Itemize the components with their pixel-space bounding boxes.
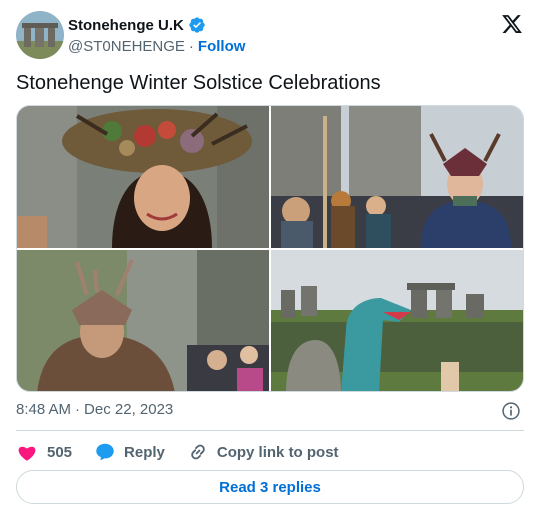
- post-timestamp[interactable]: 8:48 AM · Dec 22, 2023: [16, 401, 173, 418]
- heart-icon: [18, 446, 36, 461]
- link-icon: [191, 444, 205, 460]
- follow-button[interactable]: Follow: [198, 38, 246, 55]
- timestamp-separator: ·: [75, 401, 81, 418]
- read-replies-label: Read 3 replies: [219, 478, 321, 496]
- fur-costume-man-image: [17, 250, 269, 391]
- read-replies-button[interactable]: Read 3 replies: [16, 470, 524, 504]
- author-avatar[interactable]: [16, 11, 64, 59]
- photo-1[interactable]: [17, 106, 269, 248]
- stonehenge-avatar-image: [16, 11, 64, 59]
- photo-2[interactable]: [271, 106, 523, 248]
- copy-link-button[interactable]: Copy link to post: [187, 441, 339, 463]
- solstice-headdress-woman-image: [17, 106, 269, 248]
- like-count: 505: [47, 443, 73, 461]
- x-logo-icon[interactable]: [501, 13, 523, 35]
- like-button[interactable]: 505: [16, 441, 72, 463]
- author-display-name[interactable]: Stonehenge U.K: [68, 17, 184, 34]
- post-time: 8:48 AM: [16, 401, 72, 418]
- reply-button[interactable]: Reply: [94, 441, 165, 463]
- post-text: Stonehenge Winter Solstice Celebrations: [16, 72, 381, 94]
- handle-separator: ·: [188, 37, 194, 55]
- divider: [16, 430, 524, 431]
- post-date: Dec 22, 2023: [84, 401, 174, 418]
- antlered-man-crowd-image: [271, 106, 523, 248]
- info-icon[interactable]: [501, 401, 521, 421]
- verified-badge-icon: [189, 17, 205, 33]
- author-name-row: Stonehenge U.K: [68, 15, 206, 35]
- copy-link-label: Copy link to post: [216, 443, 339, 461]
- speech-bubble-icon: [96, 443, 114, 461]
- photo-4[interactable]: [271, 250, 523, 391]
- reply-label: Reply: [124, 443, 165, 461]
- media-grid: [16, 105, 524, 392]
- author-handle[interactable]: @ST0NEHENGE: [68, 38, 185, 55]
- photo-3[interactable]: [17, 250, 269, 391]
- post-actions: 505 Reply Copy link to post: [16, 440, 339, 464]
- stones-crowd-dinosaur-image: [271, 250, 523, 391]
- embedded-post-card: Stonehenge U.K @ST0NEHENGE · Follow Ston…: [0, 0, 540, 518]
- author-handle-row: @ST0NEHENGE · Follow: [68, 36, 245, 56]
